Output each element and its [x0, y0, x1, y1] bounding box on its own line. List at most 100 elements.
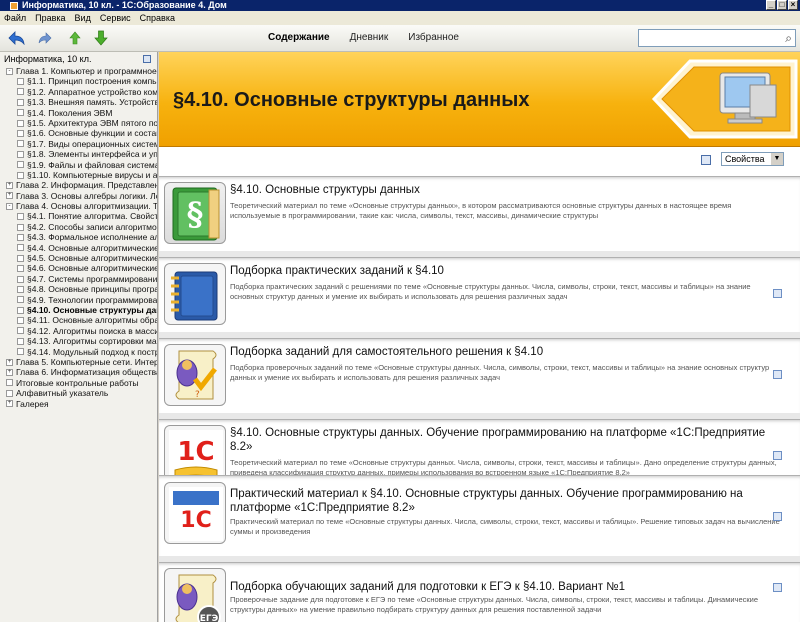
- tree-section[interactable]: §4.14. Модульный подход к постр: [0, 347, 157, 357]
- tree-item-label: §4.11. Основные алгоритмы обра: [27, 315, 157, 326]
- tree-section[interactable]: §4.3. Формальное исполнение ал: [0, 232, 157, 242]
- menu-view[interactable]: Вид: [75, 13, 91, 23]
- section-banner: §4.10. Основные структуры данных: [159, 52, 800, 147]
- page-icon: [17, 130, 24, 138]
- tree-section[interactable]: §1.9. Файлы и файловая система: [0, 160, 157, 170]
- expand-toggle-icon[interactable]: +: [6, 369, 13, 377]
- menu-file[interactable]: Файл: [4, 13, 26, 23]
- tree-section[interactable]: §4.10. Основные структуры данн: [0, 305, 157, 315]
- tree-chapter[interactable]: - Глава 1. Компьютер и программное о: [0, 66, 157, 76]
- menu-edit[interactable]: Правка: [35, 13, 65, 23]
- tree-section[interactable]: §4.1. Понятие алгоритма. Свойст: [0, 211, 157, 221]
- tree-item-label: Алфавитный указатель: [16, 388, 109, 399]
- minimize-button[interactable]: _: [766, 0, 776, 10]
- tree-item-label: §4.9. Технологии программирова: [27, 294, 157, 305]
- card-title[interactable]: Практический материал к §4.10. Основные …: [230, 487, 775, 515]
- resource-card[interactable]: Подборка практических заданий к §4.10 По…: [159, 257, 800, 332]
- tree-section[interactable]: §4.11. Основные алгоритмы обра: [0, 315, 157, 325]
- search-input[interactable]: ⌕: [638, 29, 796, 47]
- expand-toggle-icon[interactable]: +: [6, 358, 13, 366]
- tree-section[interactable]: §1.1. Принцип построения компь: [0, 76, 157, 86]
- close-button[interactable]: ×: [788, 0, 798, 10]
- tree-section[interactable]: §1.3. Внешняя память. Устройства: [0, 97, 157, 107]
- tree-section[interactable]: §1.5. Архитектура ЭВМ пятого пок: [0, 118, 157, 128]
- card-checkbox[interactable]: [773, 451, 782, 460]
- menu-help[interactable]: Справка: [140, 13, 175, 23]
- tree-section[interactable]: §1.6. Основные функции и состав: [0, 128, 157, 138]
- tree-chapter[interactable]: + Галерея: [0, 399, 157, 409]
- maximize-button[interactable]: □: [777, 0, 787, 10]
- tree-section[interactable]: §4.9. Технологии программирова: [0, 295, 157, 305]
- expand-toggle-icon[interactable]: +: [6, 400, 13, 408]
- tree-item-label: §1.4. Поколения ЭВМ: [27, 107, 113, 118]
- page-icon: [17, 296, 24, 304]
- tree-section[interactable]: §1.10. Компьютерные вирусы и а: [0, 170, 157, 180]
- resource-card[interactable]: § §4.10. Основные структуры данных Теоре…: [159, 176, 800, 251]
- forward-arrow-icon[interactable]: [36, 30, 54, 46]
- svg-text:§: §: [187, 195, 204, 233]
- properties-select[interactable]: Свойства ▼: [721, 152, 784, 166]
- card-title[interactable]: Подборка заданий для самостоятельного ре…: [230, 345, 775, 359]
- page-icon: [17, 119, 24, 127]
- tree-item-label: §4.5. Основные алгоритмические: [27, 253, 157, 264]
- tree-chapter[interactable]: - Глава 4. Основы алгоритмизации. Те: [0, 201, 157, 211]
- tree-section[interactable]: §4.13. Алгоритмы сортировки мас: [0, 336, 157, 346]
- tree-item-label: §1.10. Компьютерные вирусы и а: [27, 169, 157, 180]
- tree-section[interactable]: §1.7. Виды операционных систем: [0, 139, 157, 149]
- card-title[interactable]: §4.10. Основные структуры данных. Обучен…: [230, 426, 775, 454]
- card-checkbox[interactable]: [773, 583, 782, 592]
- chevron-down-icon[interactable]: ▼: [771, 153, 783, 165]
- tree-section[interactable]: §4.5. Основные алгоритмические: [0, 253, 157, 263]
- tree-chapter[interactable]: + Глава 5. Компьютерные сети. Интер: [0, 357, 157, 367]
- expand-toggle-icon[interactable]: -: [6, 67, 13, 75]
- svg-text:1С: 1С: [177, 437, 214, 467]
- select-all-checkbox[interactable]: [701, 155, 711, 165]
- ege-badge-text: ЕГЭ: [200, 614, 219, 622]
- page-icon: [17, 78, 24, 86]
- tree-chapter[interactable]: + Глава 6. Информатизация общества: [0, 367, 157, 377]
- expand-toggle-icon[interactable]: +: [6, 181, 13, 189]
- tree-item-label: §4.2. Способы записи алгоритмов: [27, 221, 157, 232]
- tree-section[interactable]: §1.4. Поколения ЭВМ: [0, 108, 157, 118]
- card-checkbox[interactable]: [773, 289, 782, 298]
- tree-section[interactable]: §4.4. Основные алгоритмические: [0, 243, 157, 253]
- tree-section[interactable]: §4.7. Системы программирования: [0, 274, 157, 284]
- resource-card[interactable]: 1С Практический материал к §4.10. Основн…: [159, 475, 800, 556]
- resource-card[interactable]: ? Подборка заданий для самостоятельного …: [159, 338, 800, 413]
- card-checkbox[interactable]: [773, 370, 782, 379]
- main-tabs: Содержание Дневник Избранное: [268, 32, 479, 43]
- tree-section[interactable]: §4.8. Основные принципы програм: [0, 284, 157, 294]
- tree-item-label: §4.8. Основные принципы програм: [27, 284, 157, 295]
- pin-icon[interactable]: [143, 55, 151, 63]
- menu-service[interactable]: Сервис: [100, 13, 131, 23]
- resource-card[interactable]: ЕГЭ Подборка обучающих заданий для подго…: [159, 562, 800, 622]
- expand-toggle-icon[interactable]: +: [6, 192, 13, 200]
- tree-section[interactable]: §4.12. Алгоритмы поиска в масси: [0, 326, 157, 336]
- tab-favorites[interactable]: Избранное: [408, 32, 459, 43]
- tab-contents[interactable]: Содержание: [268, 32, 330, 43]
- card-title[interactable]: Подборка обучающих заданий для подготовк…: [230, 580, 775, 594]
- card-title[interactable]: §4.10. Основные структуры данных: [230, 183, 775, 197]
- search-icon[interactable]: ⌕: [785, 31, 792, 46]
- tree-chapter[interactable]: + Глава 3. Основы алгебры логики. Ло: [0, 191, 157, 201]
- tree-chapter[interactable]: Алфавитный указатель: [0, 388, 157, 398]
- up-arrow-icon[interactable]: [66, 30, 84, 46]
- tree-chapter[interactable]: Итоговые контрольные работы: [0, 378, 157, 388]
- tree-section[interactable]: §4.6. Основные алгоритмические: [0, 263, 157, 273]
- tree-item-label: §4.12. Алгоритмы поиска в масси: [27, 325, 157, 336]
- tree-section[interactable]: §4.2. Способы записи алгоритмов: [0, 222, 157, 232]
- tree-chapter[interactable]: + Глава 2. Информация. Представлен: [0, 180, 157, 190]
- page-icon: [17, 327, 24, 335]
- card-checkbox[interactable]: [773, 512, 782, 521]
- expand-toggle-icon[interactable]: [6, 389, 13, 397]
- tree-section[interactable]: §1.8. Элементы интерфейса и упр: [0, 149, 157, 159]
- back-arrow-icon[interactable]: [8, 30, 26, 46]
- card-title[interactable]: Подборка практических заданий к §4.10: [230, 264, 775, 278]
- down-arrow-icon[interactable]: [92, 30, 110, 46]
- tree-item-label: Галерея: [16, 398, 49, 409]
- expand-toggle-icon[interactable]: [6, 379, 13, 387]
- expand-toggle-icon[interactable]: -: [6, 202, 13, 210]
- page-icon: [17, 285, 24, 293]
- tree-section[interactable]: §1.2. Аппаратное устройство комп: [0, 87, 157, 97]
- tab-diary[interactable]: Дневник: [350, 32, 389, 43]
